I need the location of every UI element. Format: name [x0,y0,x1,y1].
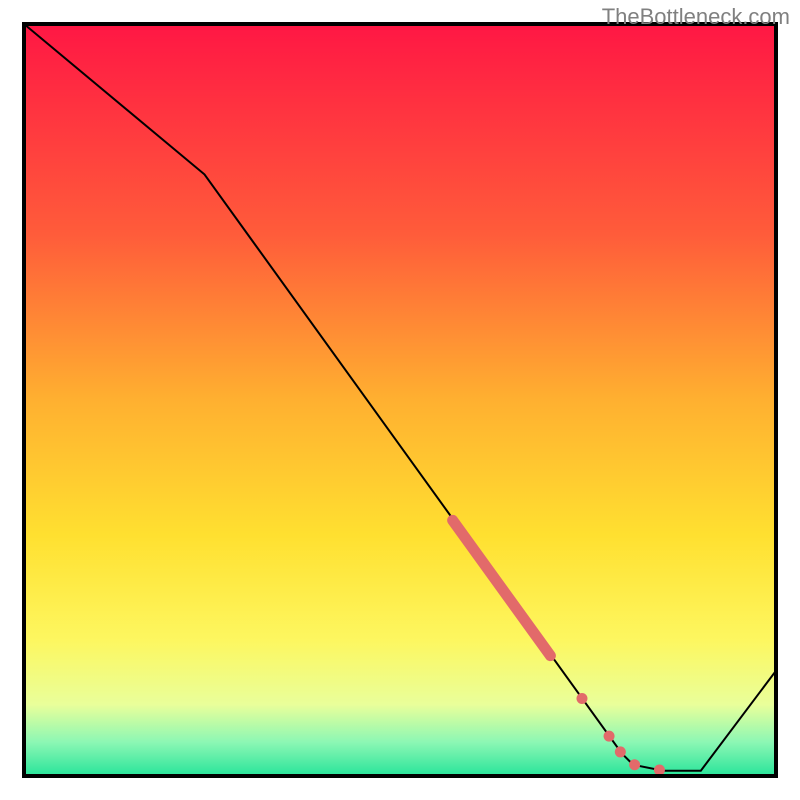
highlight-dot [576,693,587,704]
highlight-dot [604,731,615,742]
chart-container: TheBottleneck.com [0,0,800,800]
highlight-dot [629,759,640,770]
bottleneck-chart [0,0,800,800]
highlight-dot [615,746,626,757]
highlight-dot [654,764,665,775]
gradient-background [24,24,776,776]
watermark-text: TheBottleneck.com [602,4,790,30]
